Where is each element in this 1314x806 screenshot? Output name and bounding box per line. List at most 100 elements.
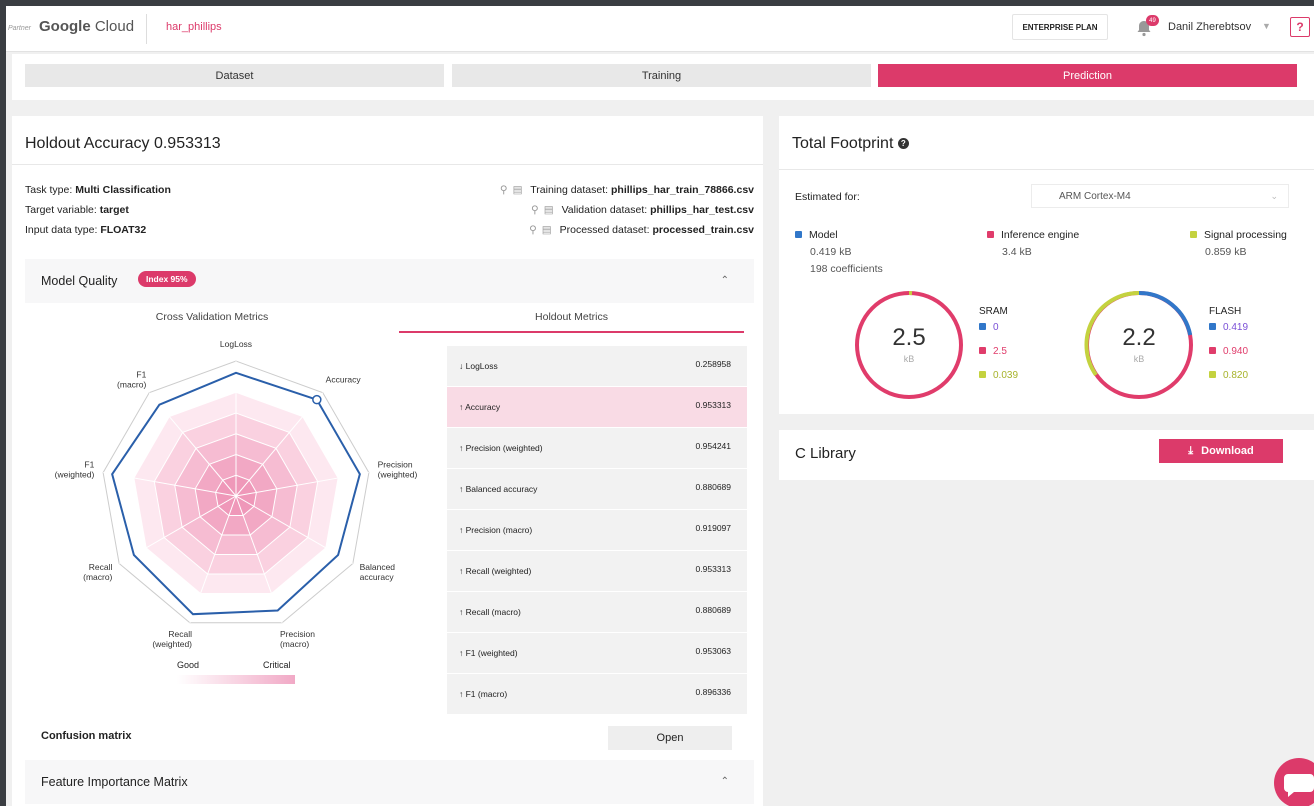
- metric-label: ↑ Accuracy: [459, 402, 501, 412]
- confusion-matrix-label: Confusion matrix: [41, 730, 132, 742]
- model-color-swatch: [1209, 323, 1216, 330]
- holdout-title: Holdout Accuracy 0.953313: [25, 135, 221, 152]
- metric-value: 0.880689: [695, 605, 731, 615]
- processed-dataset: ⚲ ▤ Processed dataset: processed_train.cs…: [529, 224, 754, 236]
- estimated-for-label: Estimated for:: [795, 191, 860, 203]
- metric-row[interactable]: ↑ Recall (weighted) 0.953313: [447, 551, 747, 592]
- download-button[interactable]: ⤓ Download: [1159, 439, 1283, 463]
- validation-label: Validation dataset:: [561, 204, 648, 216]
- step-dataset[interactable]: Dataset: [25, 64, 444, 87]
- metric-value: 0.954241: [695, 441, 731, 451]
- project-name[interactable]: har_phillips: [166, 21, 222, 33]
- metric-row[interactable]: ↑ Precision (macro) 0.919097: [447, 510, 747, 551]
- sram-signal-value: 0.039: [993, 370, 1019, 381]
- enterprise-plan-button[interactable]: ENTERPRISE PLAN: [1012, 14, 1108, 40]
- chevron-up-icon[interactable]: ⌃: [721, 275, 729, 286]
- task-type: Task type: Multi Classification: [25, 184, 171, 196]
- radar-axis-label-line: LogLoss: [220, 339, 252, 349]
- chevron-down-icon[interactable]: ▼: [1262, 21, 1271, 31]
- open-confusion-matrix-button[interactable]: Open: [608, 726, 732, 750]
- radar-axis-label-line: (macro): [83, 572, 112, 582]
- footprint-title-text: Total Footprint: [792, 135, 894, 152]
- file-icon[interactable]: ▤: [513, 184, 523, 196]
- sram-model-value: 0: [993, 322, 999, 333]
- footprint-card: Total Footprint ? Estimated for: ARM Cor…: [779, 116, 1314, 414]
- user-name[interactable]: Danil Zherebtsov: [1168, 21, 1251, 33]
- metric-row[interactable]: ↑ F1 (macro) 0.896336: [447, 674, 747, 715]
- help-button[interactable]: ?: [1290, 17, 1310, 37]
- signal-name: Signal processing: [1204, 229, 1287, 241]
- holdout-metrics-list: ↓ LogLoss 0.258958 ↑ Accuracy 0.953313 ↑ Pre…: [447, 346, 747, 715]
- file-icon[interactable]: ▤: [542, 224, 552, 236]
- model-color-swatch: [979, 323, 986, 330]
- radar-axis-label: F1 (macro): [117, 370, 147, 390]
- chat-bubble-button[interactable]: [1274, 758, 1314, 806]
- help-circle-icon[interactable]: ?: [897, 138, 909, 150]
- target-variable: Target variable: target: [25, 204, 129, 216]
- feature-importance-header[interactable]: Feature Importance Matrix ⌃: [25, 760, 754, 804]
- legend-model: Model: [795, 229, 838, 241]
- target-device-select[interactable]: ARM Cortex-M4 ⌄: [1031, 184, 1289, 208]
- step-prediction[interactable]: Prediction: [878, 64, 1297, 87]
- scale-good-label: Good: [177, 660, 200, 670]
- file-icon[interactable]: ▤: [544, 204, 554, 216]
- google-cloud-logo[interactable]: Google Cloud: [39, 18, 134, 35]
- partner-label: Partner: [8, 25, 31, 32]
- metric-row[interactable]: ↑ Balanced accuracy 0.880689: [447, 469, 747, 510]
- radar-axis-label-line: F1: [84, 460, 94, 470]
- chevron-up-icon[interactable]: ⌃: [721, 776, 729, 787]
- holdout-card: Holdout Accuracy 0.953313 Task type: Mul…: [12, 116, 763, 806]
- metric-value: 0.953063: [695, 646, 731, 656]
- top-bar: Partner Google Cloud har_phillips ENTERP…: [6, 6, 1314, 52]
- sram-model: 0: [979, 322, 999, 333]
- tab-cross-validation[interactable]: Cross Validation Metrics: [25, 311, 399, 323]
- metric-label: ↑ F1 (weighted): [459, 648, 518, 658]
- flash-signal-value: 0.820: [1223, 370, 1249, 381]
- model-quality-header[interactable]: Model Quality Index 95% ⌃: [25, 259, 754, 303]
- search-icon[interactable]: ⚲: [531, 204, 539, 216]
- metric-row[interactable]: ↑ F1 (weighted) 0.953063: [447, 633, 747, 674]
- app-window: Partner Google Cloud har_phillips ENTERP…: [0, 0, 1314, 806]
- flash-label: FLASH: [1209, 306, 1242, 317]
- metric-label: ↓ LogLoss: [459, 361, 498, 371]
- legend-signal-processing: Signal processing: [1190, 229, 1287, 241]
- metric-value: 0.919097: [695, 523, 731, 533]
- validation-file: phillips_har_test.csv: [650, 204, 754, 216]
- metric-row[interactable]: ↑ Recall (macro) 0.880689: [447, 592, 747, 633]
- notification-count-badge: 49: [1146, 15, 1159, 26]
- divider: [146, 14, 147, 44]
- training-label: Training dataset:: [530, 184, 609, 196]
- chat-icon: [1284, 774, 1314, 797]
- chevron-down-icon[interactable]: ⌄: [1270, 191, 1278, 202]
- radar-axis-label: Recall (macro): [83, 562, 112, 582]
- c-library-card: C Library ⤓ Download: [779, 430, 1314, 480]
- metric-label: ↑ Recall (macro): [459, 607, 521, 617]
- metric-row[interactable]: ↑ Precision (weighted) 0.954241: [447, 428, 747, 469]
- radar-axis-label: Precision (macro): [280, 629, 315, 649]
- metric-row[interactable]: ↑ Accuracy 0.953313: [447, 387, 747, 428]
- metric-value: 0.953313: [695, 400, 731, 410]
- radar-chart-panel: LogLoss Accuracy Precision (weighted) Balanc…: [25, 338, 447, 710]
- quality-index-badge: Index 95%: [138, 271, 196, 287]
- radar-axis-label-line: Recall: [168, 629, 192, 639]
- training-file: phillips_har_train_78866.csv: [611, 184, 754, 196]
- flash-total: 2.2: [1122, 324, 1156, 351]
- step-training[interactable]: Training: [452, 64, 871, 87]
- metric-row[interactable]: ↓ LogLoss 0.258958: [447, 346, 747, 387]
- tab-holdout-metrics[interactable]: Holdout Metrics: [399, 311, 744, 323]
- radar-axis-label-line: Precision: [378, 460, 413, 470]
- metric-label: ↑ F1 (macro): [459, 689, 508, 699]
- radar-axis-label: Precision (weighted): [378, 460, 418, 480]
- flash-unit: kB: [1133, 354, 1145, 364]
- radar-axis-label: F1 (weighted): [55, 460, 95, 480]
- metric-label: ↑ Precision (weighted): [459, 443, 543, 453]
- input-data-type: Input data type: FLOAT32: [25, 224, 146, 236]
- training-dataset: ⚲ ▤ Training dataset: phillips_har_train_…: [500, 184, 754, 196]
- radar-axis-label: Recall (weighted): [152, 629, 192, 649]
- metric-label: ↑ Precision (macro): [459, 525, 533, 535]
- radar-point[interactable]: [312, 394, 322, 405]
- search-icon[interactable]: ⚲: [529, 224, 537, 236]
- confusion-matrix-row: Confusion matrix Open: [25, 714, 747, 758]
- metrics-tabs: Cross Validation Metrics Holdout Metrics: [25, 303, 747, 339]
- search-icon[interactable]: ⚲: [500, 184, 508, 196]
